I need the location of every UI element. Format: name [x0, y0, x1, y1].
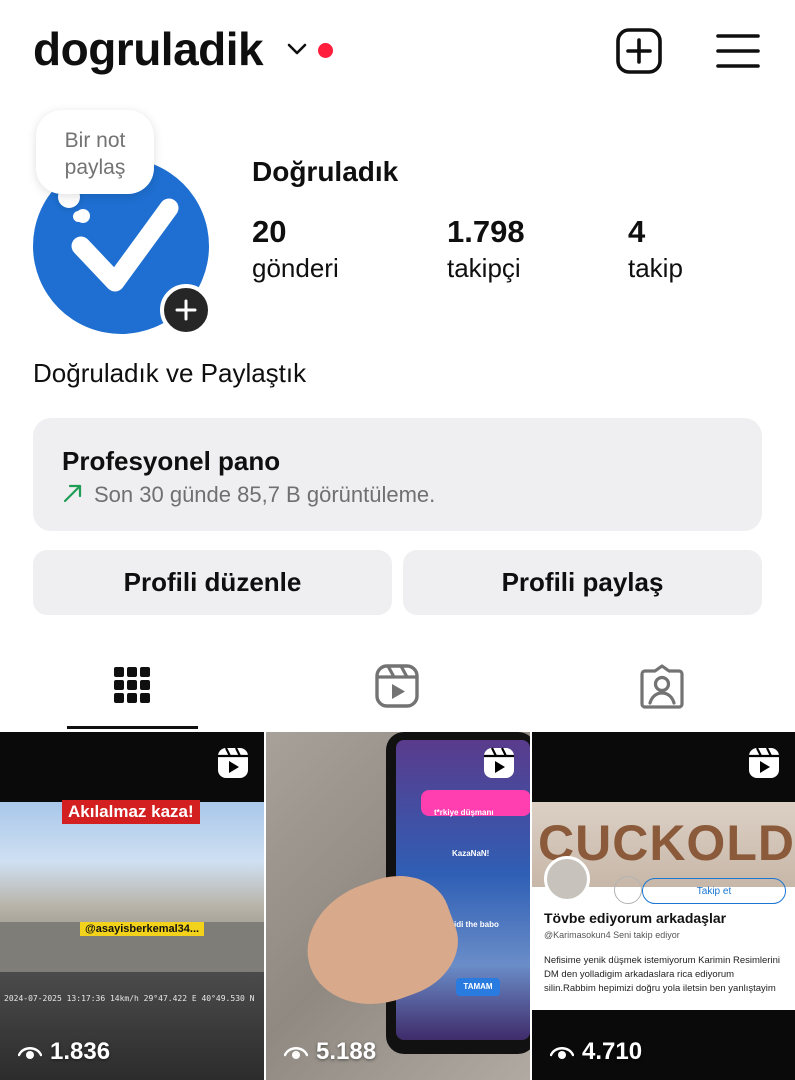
profile-bio: Doğruladık ve Paylaştık [33, 358, 307, 388]
following-count: 4 [628, 214, 646, 249]
notification-dot [318, 43, 333, 58]
grid-icon [114, 667, 150, 703]
reel-badge-icon [484, 747, 514, 778]
tab-tagged[interactable] [530, 650, 795, 730]
post-3-body: Nefisime yenik düşmek istemiyorum Karimi… [544, 955, 780, 994]
professional-dashboard-card[interactable]: Profesyonel pano Son 30 günde 85,7 B gör… [33, 418, 762, 531]
followers-count: 1.798 [447, 214, 525, 249]
post-3-handle: @Karimasokun4 Seni takip ediyor [544, 930, 680, 940]
reel-badge-icon [218, 747, 248, 778]
post-3-view-count: 4.710 [582, 1038, 643, 1065]
post-thumbnail-2[interactable]: t*rkiye düşmanı KazaNaN! ümidi the babo … [266, 732, 530, 1080]
posts-label: gönderi [252, 253, 339, 283]
plus-icon [175, 299, 197, 321]
following-label: takip [628, 253, 683, 283]
active-tab-indicator [67, 726, 198, 729]
posts-count: 20 [252, 214, 287, 249]
post-1-views: 1.836 [18, 1038, 110, 1066]
post-3-follow-label: Takip et [642, 878, 786, 904]
dashboard-subtitle: Son 30 günde 85,7 B görüntüleme. [94, 482, 436, 507]
followers-label: takipçi [447, 253, 521, 283]
display-name: Doğruladık [252, 156, 399, 187]
posts-stat[interactable]: 20 gönderi [252, 214, 339, 286]
post-2-game-button: TAMAM [456, 978, 500, 996]
post-3-avatar [544, 856, 590, 902]
hamburger-menu-icon[interactable] [714, 30, 762, 72]
post-2-game-text-1: t*rkiye düşmanı [434, 808, 494, 817]
post-1-overlay-title: Akılalmaz kaza! [62, 800, 200, 824]
eye-icon [284, 1046, 308, 1059]
post-thumbnail-1[interactable]: Akılalmaz kaza! @asayisberkemal34... 202… [0, 732, 264, 1080]
chevron-down-icon[interactable] [286, 38, 308, 60]
post-3-views: 4.710 [550, 1038, 642, 1066]
username-title[interactable]: dogruladik [33, 22, 264, 76]
add-story-button[interactable] [160, 284, 212, 336]
post-3-message-icon [614, 876, 642, 904]
post-2-game-text-2: KazaNaN! [452, 849, 490, 858]
edit-profile-button[interactable]: Profili düzenle [33, 550, 392, 615]
post-1-view-count: 1.836 [50, 1038, 111, 1065]
post-3-title: Tövbe ediyorum arkadaşlar [544, 910, 727, 926]
trend-up-arrow-icon [63, 484, 82, 503]
tab-reels[interactable] [265, 650, 530, 730]
reel-badge-icon [749, 747, 779, 778]
share-profile-button[interactable]: Profili paylaş [403, 550, 762, 615]
post-thumbnail-3[interactable]: CUCKOLD Takip et Tövbe ediyorum arkadaşl… [532, 732, 795, 1080]
eye-icon [550, 1046, 574, 1059]
post-2-views: 5.188 [284, 1038, 376, 1066]
tagged-person-icon [640, 664, 684, 709]
following-stat[interactable]: 4 takip [628, 214, 683, 286]
profile-tabs [0, 650, 795, 730]
post-2-view-count: 5.188 [316, 1038, 377, 1065]
followers-stat[interactable]: 1.798 takipçi [447, 214, 525, 286]
note-bubble-tail-small [73, 211, 84, 222]
dashboard-title: Profesyonel pano [62, 446, 281, 476]
eye-icon [18, 1046, 42, 1059]
add-square-icon[interactable] [614, 26, 664, 76]
share-note-bubble[interactable]: Bir not paylaş [36, 110, 154, 194]
post-1-timestamp: 2024-07-2025 13:17:36 14km/h 29°47.422 E… [4, 994, 255, 1003]
posts-grid: Akılalmaz kaza! @asayisberkemal34... 202… [0, 732, 795, 1080]
tab-grid[interactable] [0, 650, 265, 730]
post-1-overlay-handle: @asayisberkemal34... [80, 922, 205, 936]
profile-header: dogruladik [0, 0, 795, 100]
reels-icon [375, 664, 419, 708]
